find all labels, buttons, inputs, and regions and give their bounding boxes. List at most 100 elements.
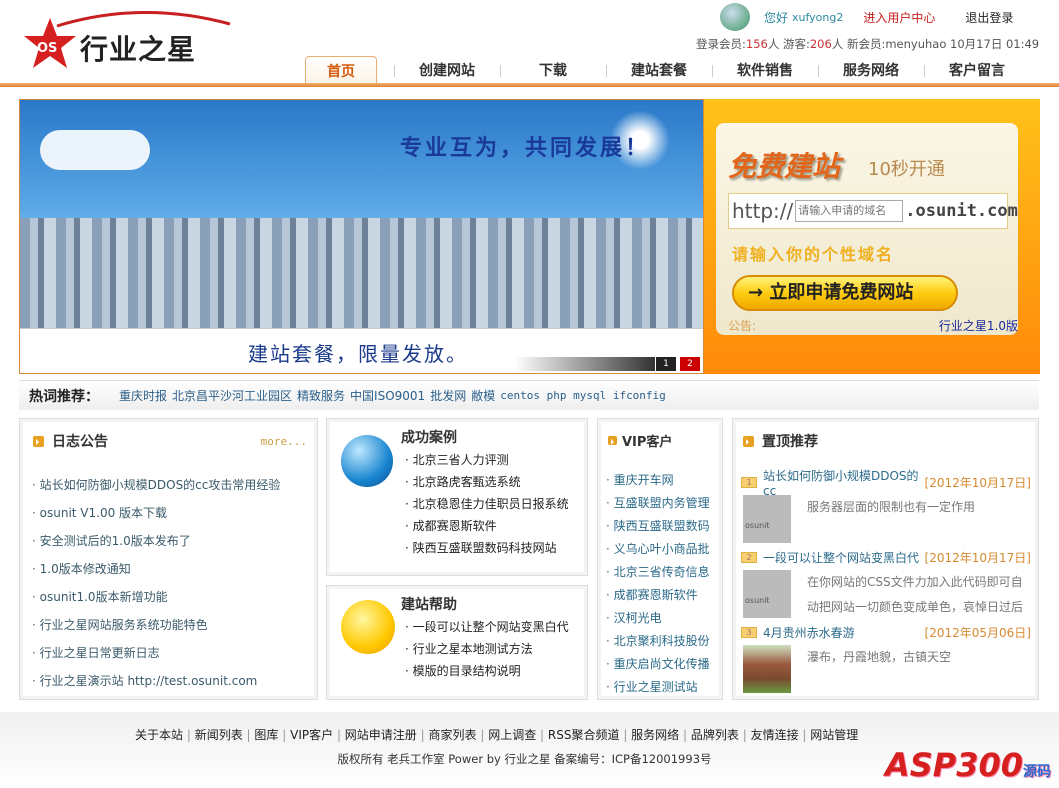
logo-arc [56, 11, 231, 28]
arrow-icon [33, 435, 44, 447]
featured-thumbnail[interactable]: osunit [743, 495, 791, 543]
featured-title[interactable]: 4月贵州赤水春游 [763, 624, 925, 641]
footer-link[interactable]: 商家列表 [421, 728, 477, 742]
featured-item: 3 4月贵州赤水春游 [2012年05月06日] 瀑布，丹霞地貌，古镇天空 [741, 623, 1031, 693]
smiley-icon [341, 600, 395, 654]
cases-panel: 成功案例 北京三省人力评测 北京路虎客甄选系统 北京稳恩佳力佳职员日报系统 成都… [326, 418, 588, 576]
nav-guestbook[interactable]: 客户留言 [924, 56, 1030, 86]
case-item[interactable]: 北京路虎客甄选系统 [413, 475, 521, 489]
footer-link[interactable]: 网站管理 [802, 728, 858, 742]
case-item[interactable]: 北京稳恩佳力佳职员日报系统 [413, 497, 569, 511]
banner-page-2[interactable]: 2 [680, 357, 700, 371]
nav-home[interactable]: 首页 [305, 56, 377, 86]
footer-link[interactable]: 友情连接 [743, 728, 799, 742]
nav-packages[interactable]: 建站套餐 [606, 56, 712, 86]
featured-title[interactable]: 站长如何防御小规模DDOS的cc [763, 467, 925, 498]
site-stats: 登录会员:156人 游客:206人 新会员:menyuhao 10月17日 01… [696, 37, 1040, 51]
vip-item[interactable]: 行业之星测试站 [614, 680, 698, 694]
banner-page-1[interactable]: 1 [656, 357, 676, 371]
featured-date: [2012年10月17日] [924, 550, 1031, 565]
news-item[interactable]: 安全测试后的1.0版本发布了 [40, 534, 191, 548]
footer-link[interactable]: 品牌列表 [683, 728, 739, 742]
nav-create-site[interactable]: 创建网站 [394, 56, 500, 86]
news-item[interactable]: 行业之星演示站 http://test.osunit.com [40, 674, 258, 688]
rank-badge: 1 [741, 476, 757, 488]
panel-title: 成功案例 [401, 430, 457, 446]
footer-link[interactable]: 服务网络 [623, 728, 679, 742]
case-item[interactable]: 北京三省人力评测 [413, 453, 509, 467]
banner-caption: 建站套餐，限量发放。 [248, 342, 468, 366]
help-item[interactable]: 一段可以让整个网站变黑白代 [413, 620, 569, 634]
site-logo[interactable]: OS 行业之星 [22, 8, 231, 70]
domain-hint: 请输入你的个性域名 [732, 245, 895, 264]
vip-item[interactable]: 北京聚利科技股份 [614, 634, 710, 648]
footer-link[interactable]: 新闻列表 [187, 728, 243, 742]
footer-links: 关于本站 新闻列表 图库 VIP客户 网站申请注册 商家列表 网上调查 RSS聚… [135, 726, 858, 743]
rank-badge: 2 [741, 551, 757, 563]
news-item[interactable]: 行业之星网站服务系统功能特色 [40, 618, 208, 632]
footer-link[interactable]: 网上调查 [480, 728, 536, 742]
vip-item[interactable]: 互盛联盟内务管理 [614, 496, 710, 510]
news-item[interactable]: 行业之星日常更新日志 [40, 646, 160, 660]
footer: 关于本站 新闻列表 图库 VIP客户 网站申请注册 商家列表 网上调查 RSS聚… [0, 712, 1059, 788]
vip-item[interactable]: 北京三省传奇信息 [614, 565, 710, 579]
footer-link[interactable]: VIP客户 [282, 728, 333, 742]
help-item[interactable]: 行业之星本地测试方法 [413, 642, 533, 656]
hot-word-link[interactable]: 中国ISO9001 [350, 387, 425, 404]
news-item[interactable]: osunit1.0版本新增功能 [40, 590, 168, 604]
featured-thumbnail[interactable]: osunit [743, 570, 791, 618]
promo-subtitle: 10秒开通 [868, 159, 945, 180]
watermark-logo: ASP300源码 [884, 746, 1051, 784]
banner-slideshow[interactable]: 专业互为，共同发展！ 建站套餐，限量发放。 1 2 [19, 99, 704, 374]
footer-link[interactable]: RSS聚合频道 [540, 728, 619, 742]
vip-panel: VIP客户 重庆开车网 互盛联盟内务管理 陕西互盛联盟数码 义乌心叶小商品批 北… [597, 418, 723, 700]
hot-word-link[interactable]: centos php mysql ifconfig [500, 389, 666, 402]
nav-download[interactable]: 下载 [500, 56, 606, 86]
featured-date: [2012年05月06日] [924, 625, 1031, 640]
domain-suffix: .osunit.com [905, 201, 1018, 221]
apply-free-site-button[interactable]: → 立即申请免费网站 [732, 275, 958, 311]
vip-item[interactable]: 重庆启尚文化传播 [614, 657, 710, 671]
case-item[interactable]: 陕西互盛联盟数码科技网站 [413, 541, 557, 555]
hot-word-link[interactable]: 北京昌平沙河工业园区 [172, 387, 292, 404]
nav-software[interactable]: 软件销售 [712, 56, 818, 86]
user-avatar-icon [720, 3, 750, 31]
help-item[interactable]: 模版的目录结构说明 [413, 664, 521, 678]
vip-item[interactable]: 义乌心叶小商品批 [614, 542, 710, 556]
featured-title[interactable]: 一段可以让整个网站变黑白代 [763, 549, 925, 566]
vip-item[interactable]: 汉柯光电 [614, 611, 662, 625]
globe-icon [341, 435, 393, 487]
featured-date: [2012年10月17日] [924, 475, 1031, 490]
footer-link[interactable]: 网站申请注册 [337, 728, 417, 742]
news-item[interactable]: 1.0版本修改通知 [40, 562, 131, 576]
domain-input[interactable] [795, 200, 904, 222]
news-item[interactable]: osunit V1.00 版本下载 [40, 506, 167, 520]
logout-link[interactable]: 退出登录 [965, 9, 1013, 26]
user-bar: 您好 xufyong2 进入用户中心 退出登录 [720, 2, 1013, 32]
footer-link[interactable]: 图库 [247, 728, 279, 742]
panel-title: VIP客户 [622, 435, 673, 450]
city-skyline [20, 218, 703, 328]
help-panel: 建站帮助 一段可以让整个网站变黑白代 行业之星本地测试方法 模版的目录结构说明 [326, 585, 588, 700]
vip-item[interactable]: 陕西互盛联盟数码 [614, 519, 710, 533]
user-center-link[interactable]: 进入用户中心 [863, 9, 935, 26]
more-link[interactable]: more... [261, 435, 307, 448]
notice-label: 公告: [728, 319, 757, 333]
hot-word-link[interactable]: 批发网 [430, 387, 466, 404]
footer-link[interactable]: 关于本站 [135, 728, 183, 742]
arrow-icon [608, 436, 617, 445]
banner-slogan: 专业互为，共同发展！ [400, 136, 651, 161]
featured-thumbnail[interactable] [743, 645, 791, 693]
hot-words-label: 热词推荐： [29, 388, 99, 405]
vip-item[interactable]: 成都赛恩斯软件 [614, 588, 698, 602]
case-item[interactable]: 成都赛恩斯软件 [413, 519, 497, 533]
vip-item[interactable]: 重庆开车网 [614, 473, 674, 487]
news-item[interactable]: 站长如何防御小规模DDOS的cc攻击常用经验 [40, 478, 281, 492]
hot-word-link[interactable]: 精致服务 [297, 387, 345, 404]
hot-words-bar: 热词推荐： 重庆时报 北京昌平沙河工业园区 精致服务 中国ISO9001 批发网… [19, 380, 1039, 410]
greeting: 您好 [764, 10, 789, 25]
hot-word-link[interactable]: 重庆时报 [119, 387, 167, 404]
notice-link[interactable]: 行业之星1.0版 [939, 317, 1018, 334]
hot-word-link[interactable]: 敝模 [471, 387, 495, 404]
nav-service[interactable]: 服务网络 [818, 56, 924, 86]
